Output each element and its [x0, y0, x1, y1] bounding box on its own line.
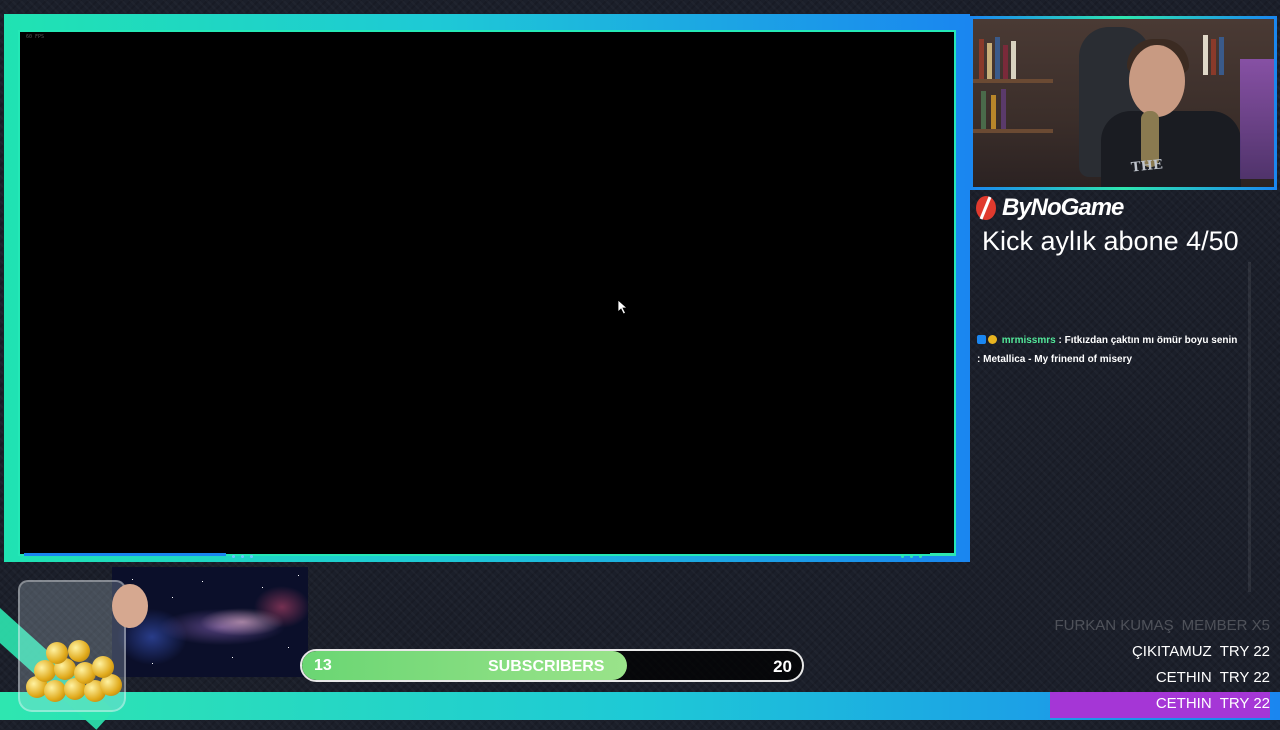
chat-message: mrmissmrs : Fıtkızdan çaktın mı ömür boy… — [977, 331, 1267, 350]
event-item: ÇIKITAMUZ TRY 22 — [1050, 640, 1270, 666]
tip-jar — [18, 580, 126, 712]
event-name: CETHIN — [1155, 695, 1212, 712]
webcam-frame: THE — [970, 16, 1277, 190]
chat-overlay: mrmissmrs : Fıtkızdan çaktın mı ömür boy… — [977, 331, 1267, 369]
jar-face-sticker — [112, 584, 148, 628]
game-screen[interactable]: 60 FPS — [18, 30, 956, 558]
subscriber-label: SUBSCRIBERS — [488, 658, 605, 675]
frame-corner-accent — [930, 553, 954, 556]
streamer-body — [1101, 111, 1241, 187]
event-detail: TRY 22 — [1219, 643, 1270, 660]
chat-scroll-track — [1248, 262, 1251, 592]
chat-message: : Metallica - My frinend of misery — [977, 350, 1267, 369]
event-item: FURKAN KUMAŞ MEMBER X5 — [1050, 614, 1270, 640]
fps-counter: 60 FPS — [26, 34, 45, 40]
chat-text: : Fıtkızdan çaktın mı ömür boyu senin — [1058, 335, 1238, 346]
event-item: CETHIN TRY 22 — [1050, 666, 1270, 692]
brand-name: ByNoGame — [1002, 194, 1124, 221]
event-name: FURKAN KUMAŞ — [1054, 617, 1174, 634]
chat-text: : Metallica - My frinend of misery — [977, 354, 1133, 365]
game-frame: 60 FPS — [4, 14, 970, 562]
sponsor-brand: ByNoGame — [974, 194, 1124, 222]
frame-dots-right — [901, 555, 922, 558]
webcam-feed: THE — [973, 19, 1274, 187]
gold-badge-icon — [988, 335, 997, 344]
sub-badge-icon — [977, 335, 986, 344]
subscriber-goal: 20 — [773, 657, 792, 676]
event-name: ÇIKITAMUZ — [1131, 643, 1212, 660]
streamer-head — [1129, 45, 1185, 117]
game-progress-bar — [24, 553, 226, 556]
event-item: CETHIN TRY 22 — [1050, 692, 1270, 718]
chat-username: mrmissmrs — [1001, 335, 1056, 346]
coins-icon — [26, 636, 122, 702]
bynogame-logo-icon — [976, 196, 996, 220]
event-detail: MEMBER X5 — [1181, 617, 1270, 634]
kick-sub-goal-text: Kick aylık abone 4/50 — [982, 226, 1239, 256]
subscriber-goal-bar: 13 SUBSCRIBERS 20 — [300, 649, 804, 682]
recent-events-list: FURKAN KUMAŞ MEMBER X5 ÇIKITAMUZ TRY 22 CETH… — [1050, 614, 1270, 718]
subscriber-current: 13 — [314, 657, 332, 674]
event-detail: TRY 22 — [1219, 695, 1270, 712]
event-detail: TRY 22 — [1219, 669, 1270, 686]
mouse-cursor-icon — [618, 300, 629, 315]
frame-dots-left — [232, 555, 253, 558]
event-name: CETHIN — [1155, 669, 1212, 686]
